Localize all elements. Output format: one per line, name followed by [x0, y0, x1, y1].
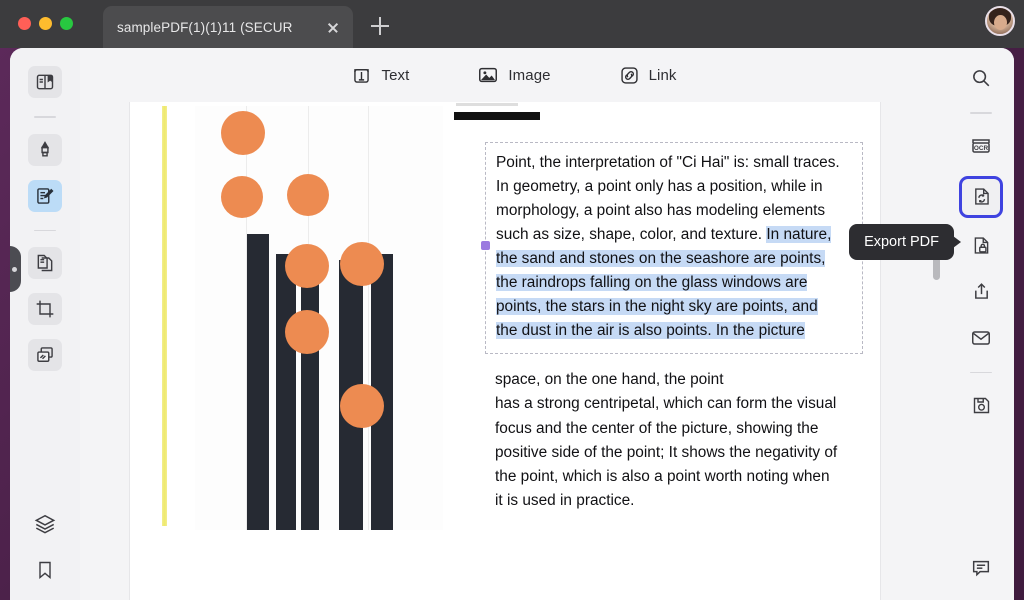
paragraph-line: focus and the center of the picture, sho… [495, 419, 819, 437]
document-artwork[interactable] [195, 106, 443, 530]
divider [34, 116, 56, 118]
text-line: Point, the interpretation of "Ci Hai" is… [496, 154, 840, 171]
text-line: morphology, a point also has modeling el… [496, 202, 826, 219]
right-toolbar: OCR [948, 48, 1014, 600]
text-line-partial-selected: such as size, shape, color, and texture.… [496, 223, 852, 247]
text-line-selected: the sand and stones on the seashore are … [496, 247, 852, 271]
minimize-window-button[interactable] [39, 17, 52, 30]
left-toolbar [10, 48, 80, 600]
tab-image-label: Image [508, 66, 551, 84]
tab-text-label: Text [381, 66, 410, 84]
maximize-window-button[interactable] [60, 17, 73, 30]
paragraph-line: space, on the one hand, the point [495, 371, 724, 388]
paragraph-line: the point, which is also a point worth n… [495, 468, 830, 486]
export-pdf-tooltip: Export PDF [849, 224, 961, 260]
protect-lock-icon[interactable] [964, 230, 998, 262]
paragraph-line: has a strong centripetal, which can form… [495, 395, 837, 413]
tab-text[interactable]: Text [345, 61, 415, 90]
divider [34, 229, 56, 231]
redaction-bar [454, 112, 540, 120]
close-icon[interactable] [323, 17, 343, 37]
sidebar-collapse-handle[interactable] [10, 246, 21, 292]
traffic-lights [18, 17, 73, 30]
divider [970, 371, 992, 373]
new-tab-button[interactable] [368, 14, 392, 38]
browser-tab[interactable]: samplePDF(1)(1)11 (SECUR [103, 6, 353, 48]
sidebar-item-stamp[interactable] [28, 339, 62, 371]
save-icon[interactable] [964, 389, 998, 421]
export-pdf-icon[interactable] [964, 181, 998, 213]
tab-image[interactable]: Image [471, 60, 556, 90]
text-selected: In nature, [766, 226, 832, 243]
text-icon [351, 65, 372, 86]
document-paragraph[interactable]: space, on the one hand, the point has a … [495, 368, 887, 514]
decorative-yellow-line [162, 106, 167, 526]
tab-link-label: Link [648, 66, 677, 84]
text-unselected: such as size, shape, color, and texture. [496, 226, 767, 243]
text-line: In geometry, a point only has a position… [496, 178, 823, 195]
faint-line [456, 103, 518, 106]
sidebar-item-reader-view[interactable] [28, 66, 62, 98]
paragraph-line: positive side of the point; It shows the… [495, 443, 838, 461]
text-line-selected: points, the stars in the night sky are p… [496, 295, 852, 319]
link-icon [619, 65, 640, 86]
edit-toolbar: Text Image Link [80, 48, 948, 102]
mail-icon[interactable] [964, 322, 998, 354]
search-icon[interactable] [964, 62, 998, 94]
title-bar: samplePDF(1)(1)11 (SECUR [0, 0, 1024, 48]
tab-link[interactable]: Link [613, 61, 683, 90]
export-pdf-focus-ring [959, 175, 1003, 218]
image-icon [477, 64, 499, 86]
text-selected: the sand and stones on the seashore are … [496, 250, 826, 267]
paragraph-line: it is used in practice. [495, 492, 635, 510]
sidebar-item-annotate-edit[interactable] [28, 179, 62, 212]
avatar[interactable] [985, 6, 1015, 36]
text-line-selected: the dust in the air is also points. In t… [496, 319, 852, 343]
sidebar-item-bookmark[interactable] [28, 554, 62, 586]
tooltip-label: Export PDF [864, 234, 939, 250]
app-shell: Text Image Link Point, the interpretatio… [10, 48, 1014, 600]
avatar-face [994, 15, 1007, 30]
selected-text-box[interactable]: Point, the interpretation of "Ci Hai" is… [481, 142, 867, 354]
text-selected: points, the stars in the night sky are p… [496, 298, 818, 315]
tab-title: samplePDF(1)(1)11 (SECUR [117, 19, 293, 35]
app-window: samplePDF(1)(1)11 (SECUR Text Image Link… [0, 0, 1024, 600]
text-line-selected: the raindrops falling on the glass windo… [496, 271, 852, 295]
text-selected: the raindrops falling on the glass windo… [496, 274, 808, 291]
comment-icon[interactable] [964, 552, 998, 584]
share-icon[interactable] [964, 276, 998, 308]
sidebar-item-layers[interactable] [28, 508, 62, 540]
divider [970, 112, 992, 114]
svg-text:OCR: OCR [974, 145, 989, 152]
sidebar-item-organize-pages[interactable] [28, 247, 62, 279]
text-selected: the dust in the air is also points. In t… [496, 322, 805, 339]
sidebar-item-highlighter[interactable] [28, 133, 62, 166]
pdf-page[interactable]: Point, the interpretation of "Ci Hai" is… [130, 102, 880, 600]
close-window-button[interactable] [18, 17, 31, 30]
selection-handle-left[interactable] [481, 241, 490, 250]
ocr-icon[interactable]: OCR [964, 130, 998, 162]
document-canvas[interactable]: Point, the interpretation of "Ci Hai" is… [80, 102, 948, 600]
sidebar-item-crop[interactable] [28, 293, 62, 325]
